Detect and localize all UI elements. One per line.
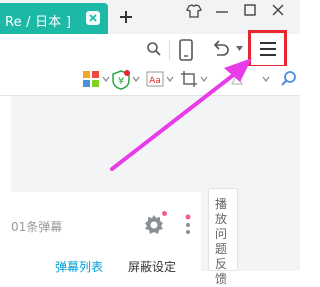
browser-tab[interactable]: Re / 日本 ]	[0, 3, 108, 34]
notification-dot	[162, 211, 167, 216]
chevron-down-icon[interactable]	[132, 76, 140, 82]
toolbar-divider	[169, 40, 170, 60]
chevron-down-icon[interactable]	[166, 76, 174, 82]
tab-strip: Re / 日本 ]	[0, 0, 300, 34]
tab-block-settings[interactable]: 屏蔽设定	[128, 258, 176, 275]
svg-text:Aa: Aa	[149, 76, 161, 86]
close-icon[interactable]	[86, 11, 100, 25]
svg-text:¥: ¥	[118, 76, 124, 87]
tab-title: Re / 日本 ]	[5, 15, 72, 30]
more-icon[interactable]	[185, 214, 191, 238]
chevron-down-icon[interactable]	[236, 46, 243, 51]
new-tab-button[interactable]	[116, 7, 136, 27]
minimize-icon[interactable]	[212, 2, 232, 20]
close-window-icon[interactable]	[268, 2, 288, 20]
chevron-down-icon[interactable]	[262, 76, 270, 82]
skin-icon[interactable]	[184, 2, 204, 20]
undo-icon[interactable]	[210, 39, 232, 59]
search-icon[interactable]	[280, 70, 298, 88]
search-icon[interactable]	[146, 41, 162, 57]
extension-grid-icon[interactable]	[82, 70, 100, 88]
extensions-bar: ¥ Aa	[0, 66, 300, 96]
feedback-button[interactable]: 播放问题反馈	[208, 188, 238, 286]
left-strip	[0, 96, 11, 271]
gear-icon[interactable]	[143, 214, 165, 236]
danmaku-panel: 01条弹幕 弹幕列表 屏蔽设定	[11, 192, 201, 274]
chevron-down-icon[interactable]	[200, 76, 208, 82]
screenshot-icon[interactable]	[180, 70, 198, 88]
feedback-label: 播放问题反馈	[215, 197, 228, 286]
danmaku-count: 01条弹幕	[11, 220, 63, 234]
tab-danmaku-list[interactable]: 弹幕列表	[55, 258, 103, 275]
maximize-icon[interactable]	[240, 2, 260, 20]
plus-icon	[120, 11, 132, 23]
yuan-shield-icon[interactable]: ¥	[112, 70, 130, 90]
menu-highlight-box	[248, 30, 287, 68]
chevron-down-icon[interactable]	[102, 76, 110, 82]
translate-icon[interactable]: Aa	[146, 70, 164, 88]
mobile-icon[interactable]	[178, 39, 194, 61]
ext-placeholder-icon[interactable]	[230, 70, 244, 86]
